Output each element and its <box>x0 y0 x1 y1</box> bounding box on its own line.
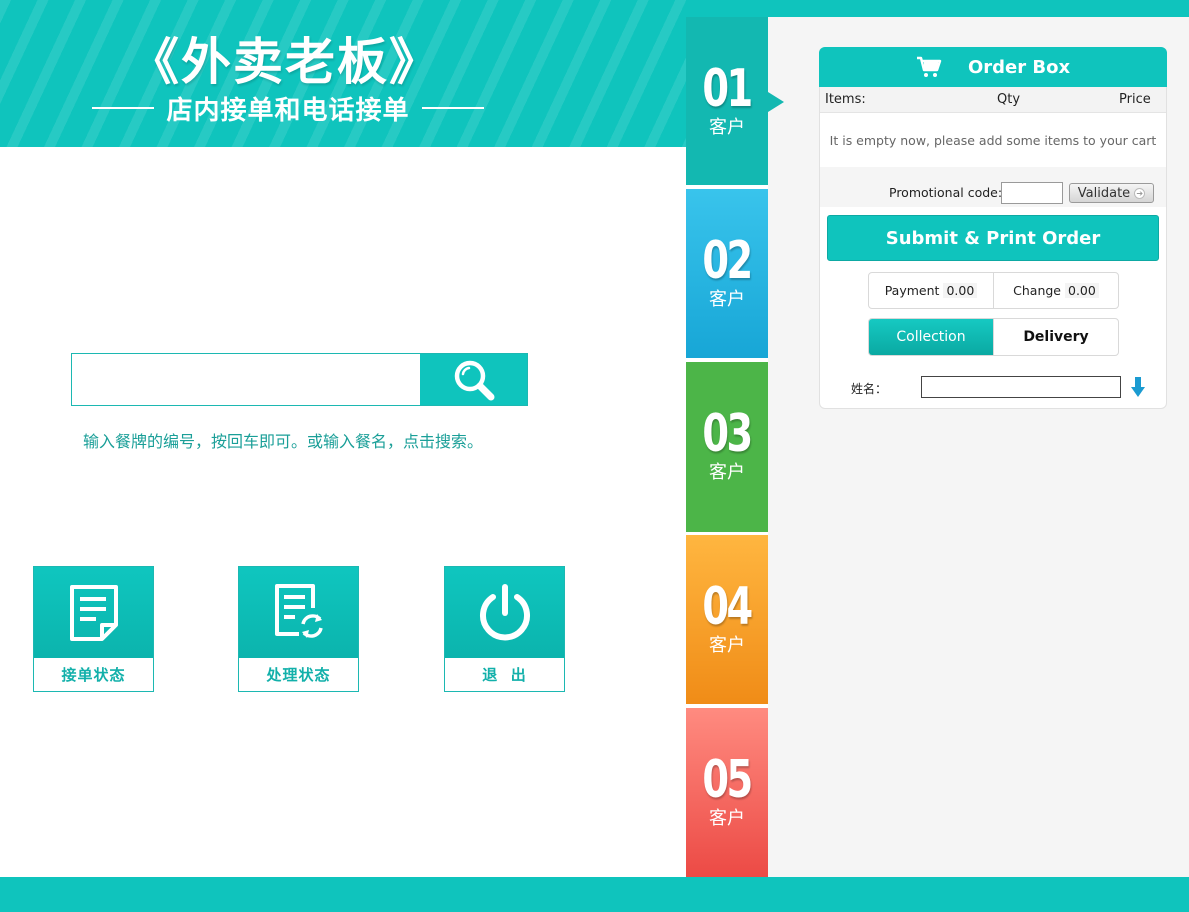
search-hint: 输入餐牌的编号，按回车即可。或输入餐名，点击搜索。 <box>83 432 484 451</box>
search-button[interactable] <box>420 354 527 405</box>
process-status-label: 处理状态 <box>266 666 331 684</box>
order-box-title: Order Box <box>967 56 1071 78</box>
customer-number: 01 <box>702 59 754 119</box>
change-value: 0.00 <box>1065 283 1099 298</box>
footer-bar <box>0 877 1189 912</box>
cart-icon <box>916 56 942 77</box>
customer-tab-05[interactable]: 05 客户 <box>686 708 768 877</box>
exit-tile[interactable]: 退 出 <box>444 566 565 692</box>
collection-button[interactable]: Collection <box>869 319 993 355</box>
subtitle-rule-right <box>421 107 484 109</box>
column-qty: Qty <box>997 92 1021 107</box>
app-title: 《外卖老板》 <box>129 32 441 91</box>
order-columns-header: Items: Qty Price <box>820 87 1166 113</box>
customer-tab-03[interactable]: 03 客户 <box>686 362 768 532</box>
process-status-tile[interactable]: 处理状态 <box>238 566 359 692</box>
arrow-right-icon: ➔ <box>1134 187 1146 199</box>
customer-number: 04 <box>702 577 754 637</box>
payment-label: Payment <box>884 283 940 298</box>
order-status-tile[interactable]: 接单状态 <box>33 566 154 692</box>
submit-print-order-button[interactable]: Submit & Print Order <box>827 215 1159 261</box>
delivery-button[interactable]: Delivery <box>993 319 1118 355</box>
search-box <box>71 353 528 406</box>
arrow-down-icon[interactable] <box>1130 376 1146 398</box>
order-box-panel: Order Box Items: Qty Price It is empty n… <box>819 47 1167 409</box>
search-icon <box>454 360 494 400</box>
app-subtitle-row: 店内接单和电话接单 <box>76 88 500 128</box>
customer-number: 03 <box>702 404 754 464</box>
order-status-label: 接单状态 <box>61 666 126 684</box>
column-price: Price <box>1119 92 1151 107</box>
validate-label: Validate <box>1077 185 1131 201</box>
exit-label: 退 出 <box>482 666 527 684</box>
payment-field[interactable]: Payment 0.00 <box>869 273 993 308</box>
change-label: Change <box>1013 283 1061 298</box>
customer-number: 05 <box>702 750 754 810</box>
cart-empty-message: It is empty now, please add some items t… <box>829 133 1157 148</box>
payment-value: 0.00 <box>943 283 978 298</box>
header-banner: 《外卖老板》 店内接单和电话接单 <box>0 0 686 147</box>
document-icon <box>69 584 118 641</box>
order-mode-toggle: Collection Delivery <box>868 318 1119 356</box>
customer-tab-04[interactable]: 04 客户 <box>686 535 768 704</box>
customer-tab-01[interactable]: 01 客户 <box>686 17 768 185</box>
app-subtitle: 店内接单和电话接单 <box>166 95 410 126</box>
document-refresh-icon <box>274 583 323 638</box>
top-strip <box>686 0 1189 17</box>
validate-button[interactable]: Validate ➔ <box>1069 183 1154 203</box>
order-box-header: Order Box <box>819 47 1167 87</box>
subtitle-rule-left <box>92 107 155 109</box>
change-field: Change 0.00 <box>993 273 1118 308</box>
power-icon <box>479 583 530 640</box>
promo-code-input[interactable] <box>1001 182 1063 204</box>
column-items: Items: <box>825 92 866 107</box>
payment-change-row: Payment 0.00 Change 0.00 <box>868 272 1119 309</box>
promo-code-label: Promotional code: <box>889 185 1003 200</box>
search-input[interactable] <box>72 354 420 405</box>
selected-indicator-arrow <box>768 92 784 112</box>
customer-tab-02[interactable]: 02 客户 <box>686 189 768 358</box>
name-label: 姓名： <box>851 382 888 396</box>
name-input[interactable] <box>921 376 1121 398</box>
customer-number: 02 <box>702 231 754 291</box>
